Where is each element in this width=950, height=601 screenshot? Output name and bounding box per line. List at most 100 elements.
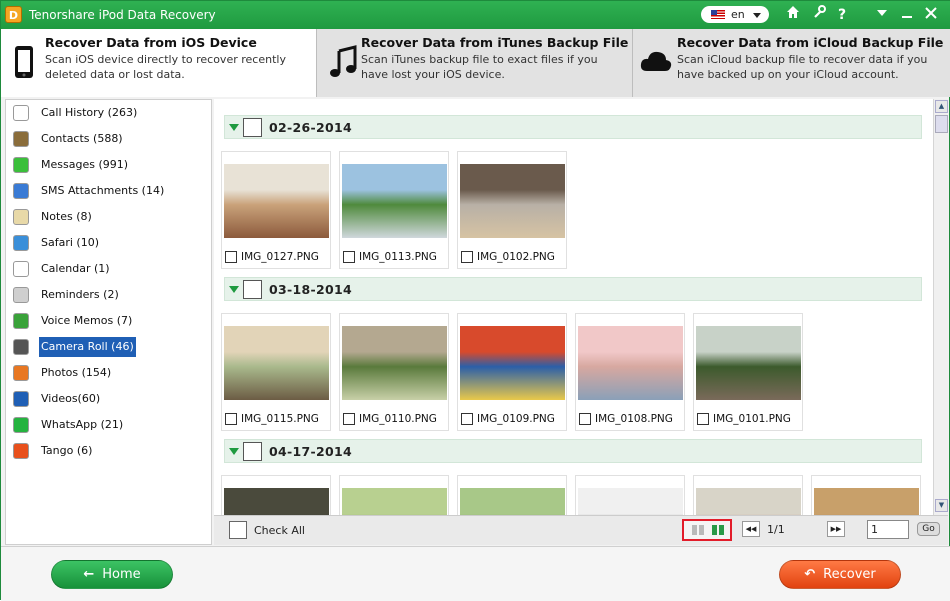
tab-title: Recover Data from iTunes Backup File xyxy=(361,35,629,50)
vertical-scrollbar[interactable]: ▲ ▼ xyxy=(933,99,948,515)
photo-filename: IMG_0110.PNG xyxy=(359,413,437,425)
photo-image xyxy=(696,326,801,400)
next-page-icon[interactable]: ▶▶ xyxy=(827,521,845,537)
tab-ios-device[interactable]: Recover Data from iOS Device Scan iOS de… xyxy=(1,29,317,97)
close-icon[interactable] xyxy=(921,5,941,25)
collapse-arrow-icon[interactable] xyxy=(229,124,239,131)
photo-thumbnail[interactable]: IMG_0101.PNG xyxy=(693,313,803,431)
sidebar-item-label: Tango (6) xyxy=(41,444,93,457)
app-title: Tenorshare iPod Data Recovery xyxy=(29,8,216,22)
minimize-icon[interactable] xyxy=(897,5,917,25)
scroll-up-icon[interactable]: ▲ xyxy=(935,100,948,113)
photo-thumbnail[interactable]: IMG_0109.PNG xyxy=(457,313,567,431)
group-date: 02-26-2014 xyxy=(269,120,352,135)
sidebar-item[interactable]: Safari (10) xyxy=(12,232,210,254)
safari-icon xyxy=(13,235,29,251)
sidebar-item-label: Photos (154) xyxy=(41,366,112,379)
photo-image xyxy=(460,326,565,400)
music-note-icon xyxy=(329,45,357,79)
go-button[interactable]: Go xyxy=(917,522,940,536)
sidebar-item[interactable]: Videos(60) xyxy=(12,388,210,410)
sidebar-item[interactable]: Call History (263) xyxy=(12,102,210,124)
previous-page-icon[interactable]: ◀◀ xyxy=(742,521,760,537)
sidebar-item[interactable]: Contacts (588) xyxy=(12,128,210,150)
sidebar-item[interactable]: WhatsApp (21) xyxy=(12,414,210,436)
photo-checkbox[interactable] xyxy=(461,251,473,263)
photo-thumbnail[interactable]: IMG_0110.PNG xyxy=(339,313,449,431)
contacts-icon xyxy=(13,131,29,147)
menu-icon[interactable] xyxy=(872,5,892,25)
undo-arrow-icon: ↶ xyxy=(804,567,816,582)
scroll-down-icon[interactable]: ▼ xyxy=(935,499,948,512)
photo-thumbnail[interactable] xyxy=(811,475,921,515)
sidebar-item-label: Camera Roll (46) xyxy=(39,337,136,357)
view-switcher xyxy=(682,519,732,541)
sidebar-item[interactable]: Messages (991) xyxy=(12,154,210,176)
photo-thumbnail[interactable] xyxy=(221,475,331,515)
photo-thumbnail[interactable]: IMG_0127.PNG xyxy=(221,151,331,269)
collapse-arrow-icon[interactable] xyxy=(229,448,239,455)
group-checkbox[interactable] xyxy=(243,118,262,137)
sidebar-item-label: Reminders (2) xyxy=(41,288,119,301)
sidebar-item[interactable]: Photos (154) xyxy=(12,362,210,384)
sidebar-item[interactable]: Voice Memos (7) xyxy=(12,310,210,332)
grid-view-icon[interactable] xyxy=(712,525,724,535)
photo-checkbox[interactable] xyxy=(225,413,237,425)
tab-icloud-backup[interactable]: Recover Data from iCloud Backup File Sca… xyxy=(633,29,950,97)
settings-icon[interactable] xyxy=(809,5,829,25)
photo-filename: IMG_0113.PNG xyxy=(359,251,437,263)
photo-thumbnail[interactable]: IMG_0115.PNG xyxy=(221,313,331,431)
photo-thumbnail[interactable]: IMG_0102.PNG xyxy=(457,151,567,269)
photo-thumbnail[interactable]: IMG_0108.PNG xyxy=(575,313,685,431)
photo-checkbox[interactable] xyxy=(461,413,473,425)
tab-itunes-backup[interactable]: Recover Data from iTunes Backup File Sca… xyxy=(317,29,633,97)
recover-button[interactable]: ↶ Recover xyxy=(779,560,901,589)
photo-thumbnail[interactable] xyxy=(339,475,449,515)
photo-checkbox[interactable] xyxy=(697,413,709,425)
sidebar-item[interactable]: Calendar (1) xyxy=(12,258,210,280)
check-all-checkbox[interactable] xyxy=(229,521,247,539)
photo-filename: IMG_0115.PNG xyxy=(241,413,319,425)
collapse-arrow-icon[interactable] xyxy=(229,286,239,293)
app-logo: D xyxy=(5,6,22,23)
page-number-input[interactable]: 1 xyxy=(867,520,909,539)
sidebar-item-label: Contacts (588) xyxy=(41,132,123,145)
reminders-icon xyxy=(13,287,29,303)
check-all-label[interactable]: Check All xyxy=(254,524,305,537)
cloud-icon xyxy=(639,45,672,79)
sidebar-item[interactable]: Reminders (2) xyxy=(12,284,210,306)
page-indicator: 1/1 xyxy=(767,523,785,536)
group-checkbox[interactable] xyxy=(243,442,262,461)
help-icon[interactable]: ? xyxy=(832,5,852,25)
photo-checkbox[interactable] xyxy=(343,251,355,263)
tab-title: Recover Data from iOS Device xyxy=(45,35,257,50)
photo-thumbnail[interactable]: IMG_0113.PNG xyxy=(339,151,449,269)
photo-checkbox[interactable] xyxy=(225,251,237,263)
tab-description: Scan iOS device directly to recover rece… xyxy=(45,53,286,81)
language-select[interactable]: en xyxy=(701,6,769,23)
sidebar-item[interactable]: Camera Roll (46) xyxy=(12,336,210,358)
chevron-down-icon xyxy=(753,13,761,18)
photo-thumbnail[interactable] xyxy=(575,475,685,515)
photo-thumbnail[interactable] xyxy=(457,475,567,515)
photo-checkbox[interactable] xyxy=(579,413,591,425)
list-view-icon[interactable] xyxy=(692,525,704,535)
photo-thumbnail[interactable] xyxy=(693,475,803,515)
sidebar-item[interactable]: Notes (8) xyxy=(12,206,210,228)
title-bar: D Tenorshare iPod Data Recovery en ? xyxy=(1,1,950,29)
tab-title: Recover Data from iCloud Backup File xyxy=(677,35,944,50)
home-button[interactable]: ← Home xyxy=(51,560,173,589)
photo-checkbox[interactable] xyxy=(343,413,355,425)
photo-image xyxy=(342,488,447,515)
scroll-thumb[interactable] xyxy=(935,115,948,133)
arrow-left-icon: ← xyxy=(83,567,95,582)
sidebar-item[interactable]: SMS Attachments (14) xyxy=(12,180,210,202)
home-icon[interactable] xyxy=(783,5,803,25)
photo-image xyxy=(224,164,329,238)
messages-icon xyxy=(13,157,29,173)
group-checkbox[interactable] xyxy=(243,280,262,299)
attachment-icon xyxy=(13,183,29,199)
sidebar-item[interactable]: Tango (6) xyxy=(12,440,210,462)
date-group-header: 03-18-2014 xyxy=(224,277,922,301)
sidebar-item-label: Messages (991) xyxy=(41,158,129,171)
